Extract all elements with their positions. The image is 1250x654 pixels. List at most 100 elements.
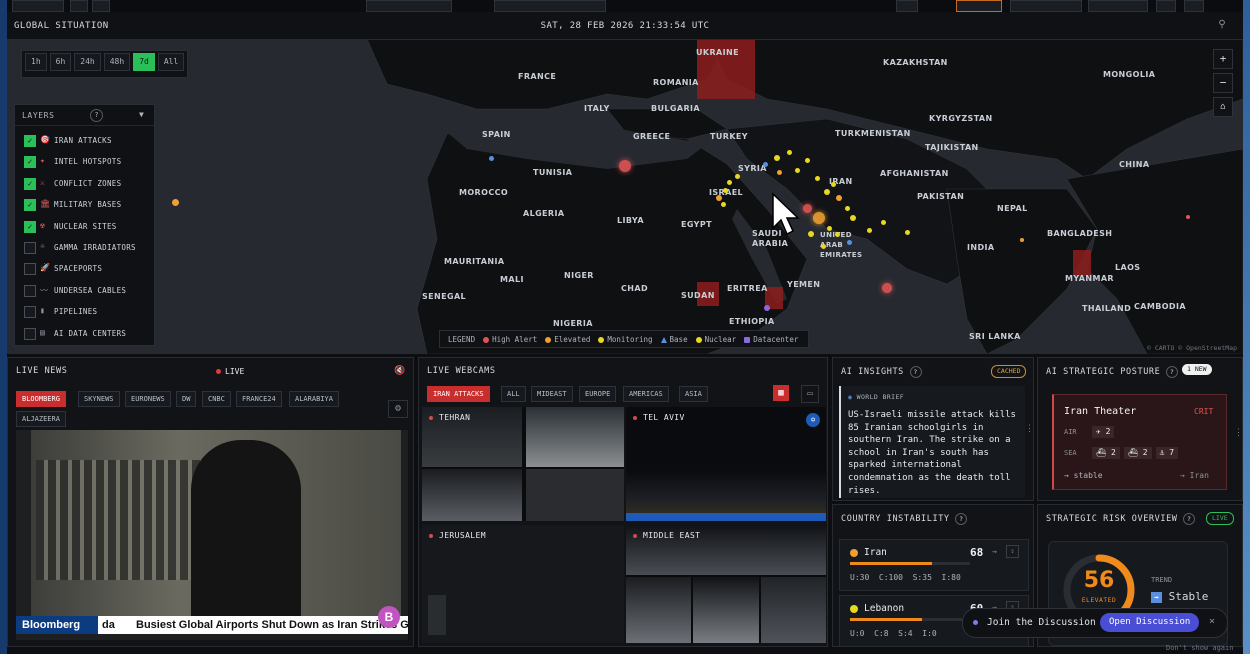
grid-view-icon[interactable]: ▦ [773, 385, 789, 401]
map-marker[interactable] [846, 239, 852, 245]
map-marker[interactable] [826, 225, 832, 231]
layer-toggle-undersea-cables[interactable]: 〰 UNDERSEA CABLES [24, 283, 152, 297]
layer-toggle-iran-attacks[interactable]: ✓ 🎯 IRAN ATTACKS [24, 133, 152, 147]
topbar-button[interactable] [1184, 0, 1204, 12]
topbar-button[interactable] [896, 0, 918, 12]
map-marker[interactable] [774, 155, 780, 161]
layer-toggle-ai-data-centers[interactable]: ▤ AI DATA CENTERS [24, 326, 152, 340]
map-marker[interactable] [1020, 238, 1024, 242]
map-marker[interactable] [820, 243, 826, 249]
layer-checkbox[interactable]: ✓ [24, 177, 36, 190]
help-icon[interactable]: ? [1183, 513, 1196, 525]
layer-toggle-nuclear-sites[interactable]: ✓ ☢ NUCLEAR SITES [24, 219, 152, 233]
open-discussion-button[interactable]: Open Discussion [1100, 613, 1200, 632]
home-icon[interactable]: ⌂ [1213, 97, 1233, 117]
instability-row[interactable]: Iran 68 → ⇪ U:30 C:100 S:35 I:80 [839, 539, 1029, 591]
map-marker[interactable] [716, 195, 722, 201]
map-marker[interactable] [171, 198, 179, 206]
map-marker[interactable] [794, 167, 800, 173]
map-marker[interactable] [880, 219, 886, 225]
webcam-filter-asia[interactable]: ASIA [679, 386, 708, 402]
map-marker[interactable] [722, 187, 728, 193]
channel-tab-cnbc[interactable]: CNBC [202, 391, 231, 407]
map-marker[interactable] [802, 203, 812, 213]
layer-checkbox[interactable]: ✓ [24, 220, 36, 233]
help-icon[interactable]: ? [909, 366, 922, 378]
map-marker[interactable] [762, 161, 768, 167]
more-options-icon[interactable]: ⋮ [1025, 424, 1034, 434]
map-marker[interactable] [720, 201, 726, 207]
single-view-icon[interactable]: ▭ [801, 385, 819, 403]
map-marker[interactable] [776, 169, 782, 175]
topbar-button[interactable] [1156, 0, 1176, 12]
time-range-24h[interactable]: 24h [74, 53, 101, 71]
webcam-filter-americas[interactable]: AMERICAS [623, 386, 669, 402]
time-range-6h[interactable]: 6h [49, 53, 72, 71]
layer-toggle-spaceports[interactable]: 🚀 SPACEPORTS [24, 261, 152, 276]
map-marker[interactable] [844, 205, 850, 211]
layer-checkbox[interactable] [24, 306, 36, 319]
topbar-button[interactable] [12, 0, 64, 12]
webcam-tile[interactable]: TEHRAN [422, 407, 624, 521]
share-icon[interactable]: ⇪ [1006, 545, 1019, 558]
topbar-button[interactable] [70, 0, 88, 12]
zoom-in-button[interactable]: + [1213, 49, 1233, 69]
map-marker[interactable] [764, 305, 770, 311]
more-options-icon[interactable]: ⋮ [1234, 428, 1243, 438]
layer-toggle-conflict-zones[interactable]: ✓ ⚔ CONFLICT ZONES [24, 176, 152, 190]
layer-checkbox[interactable]: ✓ [24, 199, 36, 212]
webcam-tile[interactable]: TEL AVIV ✡ [626, 407, 826, 521]
map-marker[interactable] [814, 175, 820, 181]
channel-tab-bloomberg[interactable]: BLOOMBERG [16, 391, 66, 407]
channel-tab-france24[interactable]: FRANCE24 [236, 391, 282, 407]
map-marker[interactable] [619, 160, 631, 172]
layer-toggle-gamma-irradiators[interactable]: ☼ GAMMA IRRADIATORS [24, 240, 152, 254]
layer-toggle-military-bases[interactable]: ✓ 🏛 MILITARY BASES [24, 197, 152, 212]
layer-checkbox[interactable]: ✓ [24, 135, 36, 147]
map-marker[interactable] [813, 212, 825, 224]
world-map[interactable] [7, 39, 1243, 354]
map-marker[interactable] [866, 227, 872, 233]
map-marker[interactable] [808, 231, 814, 237]
settings-gear-icon[interactable]: ⚙ [388, 400, 408, 418]
news-video[interactable]: Bloomberg da Busiest Global Airports Shu… [16, 430, 408, 640]
layer-checkbox[interactable] [24, 263, 36, 276]
map-marker[interactable] [904, 229, 910, 235]
channel-tab-euronews[interactable]: EURONEWS [125, 391, 171, 407]
webcam-filter-mideast[interactable]: MIDEAST [531, 386, 573, 402]
time-range-1h[interactable]: 1h [25, 53, 47, 71]
time-range-48h[interactable]: 48h [103, 53, 131, 71]
webcam-tile[interactable]: JERUSALEM [422, 525, 624, 643]
topbar-button[interactable] [956, 0, 1002, 12]
time-range-all[interactable]: All [157, 53, 185, 71]
collapse-arrow-icon[interactable]: ▼ [139, 110, 144, 119]
map-marker[interactable] [488, 155, 494, 161]
channel-tab-dw[interactable]: DW [176, 391, 197, 407]
map-marker[interactable] [804, 157, 810, 163]
map-marker[interactable] [836, 195, 842, 201]
map-marker[interactable] [726, 179, 732, 185]
webcam-tile[interactable]: MIDDLE EAST [626, 525, 826, 643]
pin-icon[interactable]: ⚲ [1215, 19, 1229, 33]
copy-link-button[interactable] [1088, 0, 1148, 12]
channel-tab-alarabiya[interactable]: ALARABIYA [289, 391, 339, 407]
layer-checkbox[interactable] [24, 242, 36, 254]
zoom-out-button[interactable]: − [1213, 73, 1233, 93]
map-marker[interactable] [834, 231, 840, 237]
topbar-button[interactable] [92, 0, 110, 12]
webcam-filter-europe[interactable]: EUROPE [579, 386, 617, 402]
map-marker[interactable] [850, 215, 856, 221]
mute-icon[interactable]: 🔇 [394, 366, 405, 376]
topbar-control[interactable] [494, 0, 606, 12]
channel-tab-skynews[interactable]: SKYNEWS [78, 391, 120, 407]
dont-show-again-link[interactable]: Don't show again [1166, 644, 1233, 652]
help-icon[interactable]: ? [1166, 366, 1179, 378]
help-icon[interactable]: ? [955, 513, 968, 525]
map-marker[interactable] [734, 173, 740, 179]
map-marker[interactable] [882, 283, 892, 293]
channel-tab-aljazeera[interactable]: ALJAZEERA [16, 411, 66, 427]
close-icon[interactable]: × [1209, 616, 1215, 627]
webcam-filter-all[interactable]: ALL [501, 386, 526, 402]
theater-card[interactable]: Iran Theater CRIT AIR ✈ 2 SEA ⛴ 2 ⛴ 2 ⚓ … [1052, 394, 1227, 490]
map-marker[interactable] [786, 149, 792, 155]
